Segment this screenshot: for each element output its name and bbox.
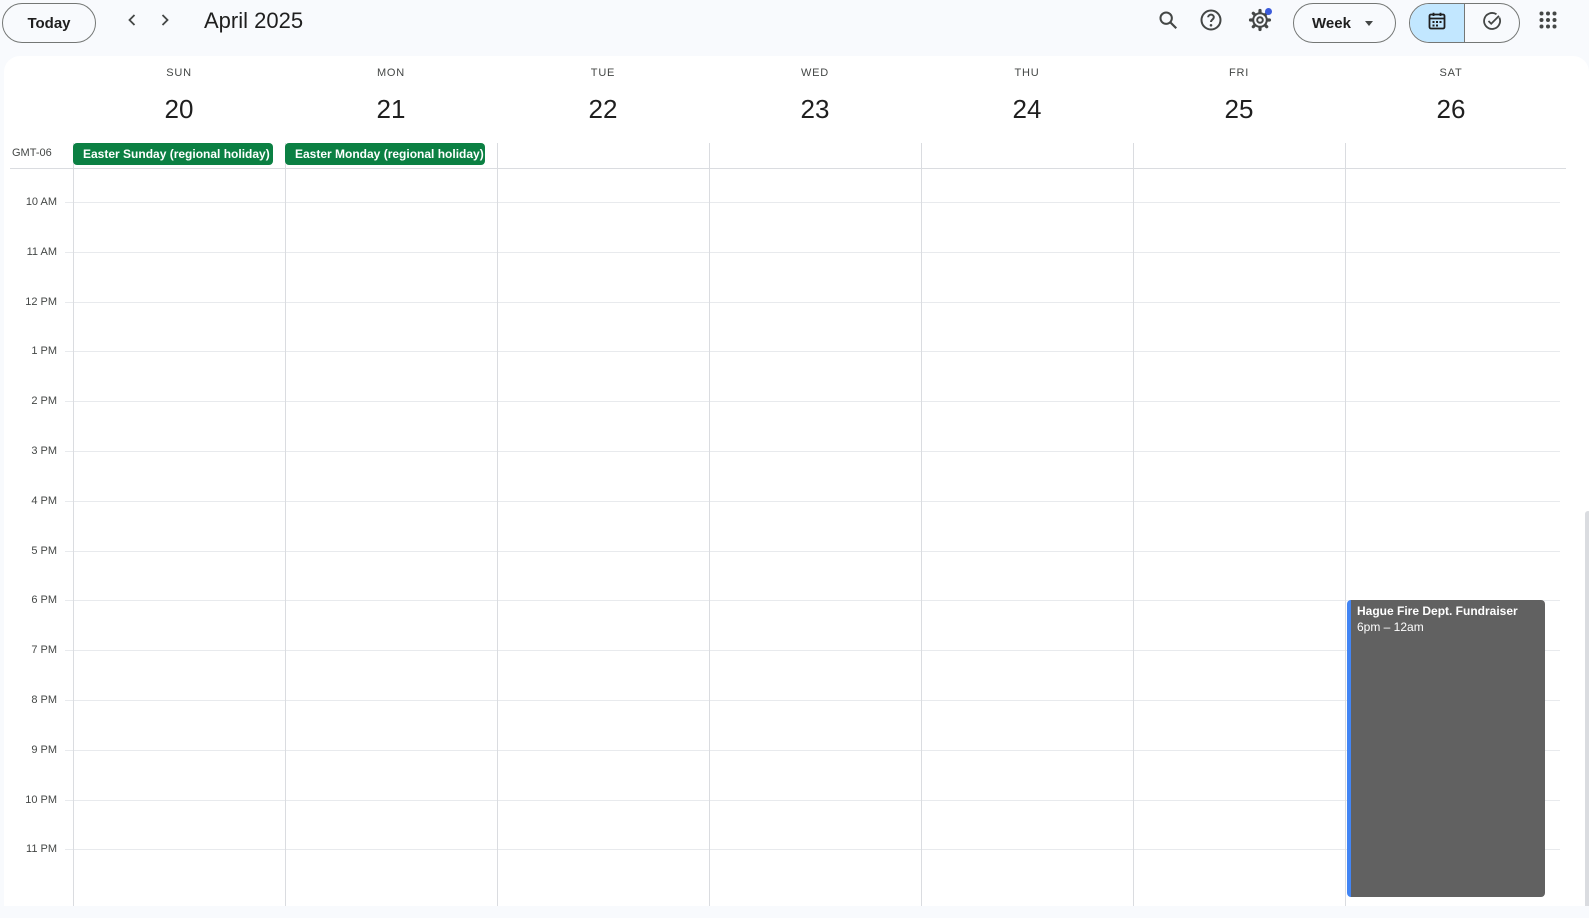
hour-line xyxy=(65,849,1560,850)
day-header[interactable]: MON 21 xyxy=(285,56,497,142)
help-icon xyxy=(1199,8,1223,37)
help-button[interactable] xyxy=(1191,2,1231,42)
hour-label: 6 PM xyxy=(31,594,57,606)
hour-label: 12 PM xyxy=(25,296,57,308)
hour-line xyxy=(65,451,1560,452)
settings-button[interactable] xyxy=(1240,2,1280,42)
hour-label: 4 PM xyxy=(31,495,57,507)
month-title: April 2025 xyxy=(204,8,304,33)
day-header[interactable]: SUN 20 xyxy=(73,56,285,142)
hour-line xyxy=(65,401,1560,402)
calendar-tasks-switcher xyxy=(1409,3,1520,43)
chevron-right-icon xyxy=(157,12,173,33)
day-header[interactable]: FRI 25 xyxy=(1133,56,1345,142)
hour-label: 5 PM xyxy=(31,545,57,557)
column-divider xyxy=(921,143,922,906)
day-name: THU xyxy=(1014,67,1040,79)
column-divider xyxy=(73,143,74,906)
allday-event[interactable]: Easter Sunday (regional holiday) xyxy=(73,143,273,165)
day-header[interactable]: THU 24 xyxy=(921,56,1133,142)
hour-label: 10 AM xyxy=(25,196,57,208)
hour-line xyxy=(65,501,1560,502)
apps-grid-icon xyxy=(1538,10,1558,35)
column-divider xyxy=(709,143,710,906)
day-header[interactable]: TUE 22 xyxy=(497,56,709,142)
view-selector-label: Week xyxy=(1312,14,1351,32)
day-header[interactable]: SAT 26 xyxy=(1345,56,1557,142)
column-divider xyxy=(1345,143,1346,906)
day-number[interactable]: 26 xyxy=(1345,94,1557,125)
day-number[interactable]: 22 xyxy=(497,94,709,125)
hour-line xyxy=(65,600,1560,601)
day-number[interactable]: 20 xyxy=(73,94,285,125)
notification-dot xyxy=(1265,8,1272,15)
day-name: TUE xyxy=(590,67,616,79)
hour-line xyxy=(65,202,1560,203)
column-divider xyxy=(285,143,286,906)
calendar-view-button[interactable] xyxy=(1410,4,1464,42)
day-name: SUN xyxy=(166,67,192,79)
hour-label: 9 PM xyxy=(31,744,57,756)
hour-label: 7 PM xyxy=(31,644,57,656)
hour-label: 11 AM xyxy=(26,246,57,258)
event-time: 6pm – 12am xyxy=(1357,620,1424,634)
day-name: SAT xyxy=(1439,67,1463,79)
hour-label: 2 PM xyxy=(31,395,57,407)
calendar-icon xyxy=(1427,11,1447,36)
search-icon xyxy=(1157,9,1179,36)
previous-week-button[interactable] xyxy=(116,6,148,38)
hour-line xyxy=(65,252,1560,253)
view-selector[interactable]: Week xyxy=(1293,3,1396,43)
day-number[interactable]: 21 xyxy=(285,94,497,125)
hour-line xyxy=(65,700,1560,701)
day-number[interactable]: 24 xyxy=(921,94,1133,125)
next-week-button[interactable] xyxy=(149,6,181,38)
task-check-icon xyxy=(1482,11,1502,36)
hour-label: 1 PM xyxy=(31,345,57,357)
timezone-label: GMT-06 xyxy=(12,147,52,159)
google-apps-button[interactable] xyxy=(1528,2,1568,42)
tasks-view-button[interactable] xyxy=(1464,4,1519,42)
day-name: FRI xyxy=(1228,67,1250,79)
column-divider xyxy=(1133,143,1134,906)
search-button[interactable] xyxy=(1148,2,1188,42)
day-number[interactable]: 23 xyxy=(709,94,921,125)
today-button[interactable]: Today xyxy=(2,3,96,43)
day-number[interactable]: 25 xyxy=(1133,94,1345,125)
hour-label: 11 PM xyxy=(26,843,57,855)
dropdown-arrow-icon xyxy=(1365,21,1373,26)
hour-line xyxy=(65,650,1560,651)
day-header[interactable]: WED 23 xyxy=(709,56,921,142)
week-grid: SAT 26 FRI 25 THU 24 WED 23 TUE 22 MON 21 SUN 20 GMT-… xyxy=(4,56,1589,906)
allday-divider xyxy=(10,168,1566,169)
hour-line xyxy=(65,351,1560,352)
hour-line xyxy=(65,800,1560,801)
allday-event[interactable]: Easter Monday (regional holiday) xyxy=(285,143,485,165)
day-name: WED xyxy=(800,67,830,79)
column-divider xyxy=(497,143,498,906)
hour-line xyxy=(65,302,1560,303)
hour-line xyxy=(65,750,1560,751)
hour-label: 10 PM xyxy=(25,794,57,806)
day-name: MON xyxy=(376,67,406,79)
scrollbar[interactable] xyxy=(1585,511,1589,906)
timed-event[interactable]: Hague Fire Dept. Fundraiser 6pm – 12am xyxy=(1347,600,1545,897)
hour-label: 3 PM xyxy=(31,445,57,457)
hour-line xyxy=(65,551,1560,552)
top-bar: Today April 2025 Week xyxy=(0,0,1589,48)
chevron-left-icon xyxy=(124,12,140,33)
hour-label: 8 PM xyxy=(31,694,57,706)
event-title: Hague Fire Dept. Fundraiser xyxy=(1357,604,1518,618)
